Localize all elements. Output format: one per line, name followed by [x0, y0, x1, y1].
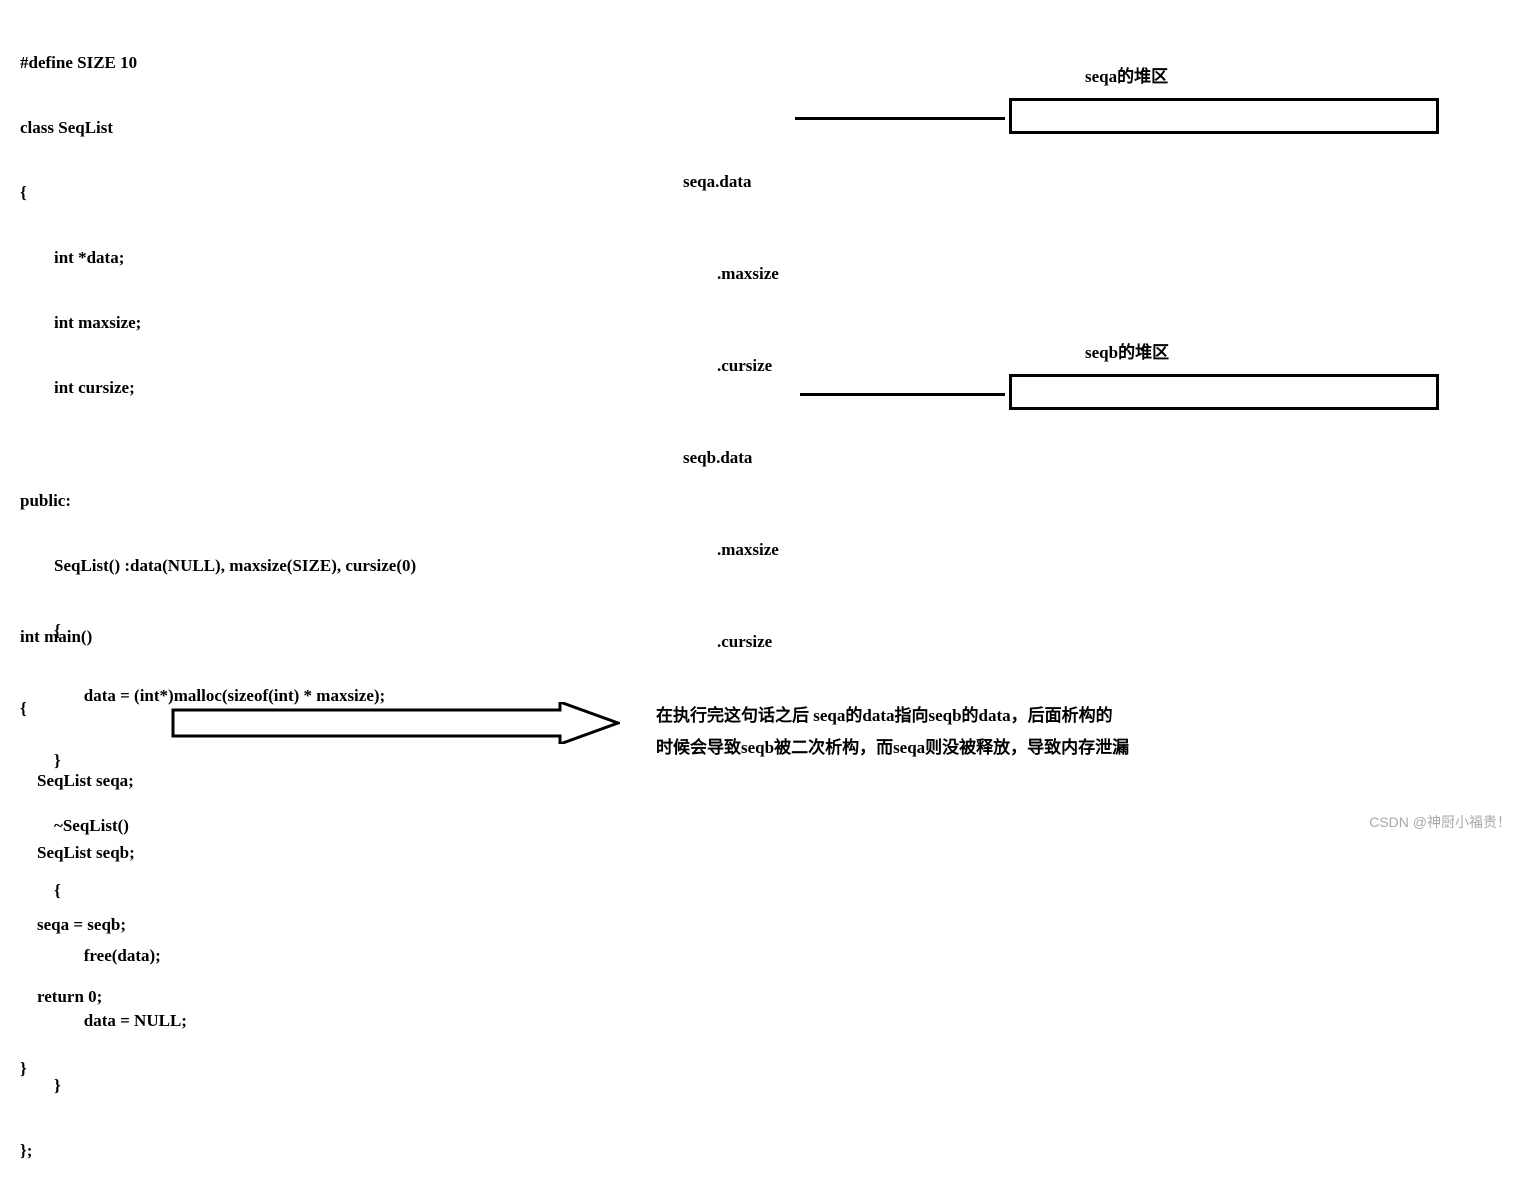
main-block: int main() { SeqList seqa; SeqList seqb;…: [20, 587, 135, 1111]
explanation-text: 在执行完这句话之后 seqa的data指向seqb的data，后面析构的 时候会…: [656, 700, 1129, 765]
code-line: }: [20, 1059, 135, 1079]
code-line: public:: [20, 492, 416, 509]
code-line: {: [20, 699, 135, 719]
code-line: int maxsize;: [20, 314, 416, 331]
assignment-arrow-icon: [170, 702, 620, 744]
code-line: int *data;: [20, 249, 416, 266]
heap-box-b: [1009, 374, 1439, 410]
code-line: };: [20, 1142, 416, 1159]
heap-box-a: [1009, 98, 1439, 134]
seqa-data-label: seqa.data: [683, 167, 779, 198]
heap-b-title: seqb的堆区: [1085, 338, 1169, 363]
seqb-data-label: seqb.data: [683, 443, 779, 474]
seqa-cursize-label: .cursize: [683, 351, 779, 382]
code-line: #define SIZE 10: [20, 54, 416, 71]
code-line: SeqList seqa;: [20, 771, 135, 791]
explanation-line-2: 时候会导致seqb被二次析构，而seqa则没被释放，导致内存泄漏: [656, 732, 1129, 764]
seqb-struct-labels: seqb.data .maxsize .cursize: [683, 382, 779, 688]
code-line: int cursize;: [20, 379, 416, 396]
seqa-struct-labels: seqa.data .maxsize .cursize: [683, 106, 779, 412]
connector-line-b: [800, 393, 1005, 396]
code-line: SeqList() :data(NULL), maxsize(SIZE), cu…: [20, 557, 416, 574]
seqa-maxsize-label: .maxsize: [683, 259, 779, 290]
explanation-line-1: 在执行完这句话之后 seqa的data指向seqb的data，后面析构的: [656, 700, 1129, 732]
code-line: {: [20, 184, 416, 201]
code-line: return 0;: [20, 987, 135, 1007]
connector-line-a: [795, 117, 1005, 120]
heap-a-title: seqa的堆区: [1085, 62, 1168, 87]
watermark: CSDN @神厨小福贵！: [1369, 812, 1511, 832]
code-line: seqa = seqb;: [20, 915, 135, 935]
code-line: int main(): [20, 627, 135, 647]
code-line: SeqList seqb;: [20, 843, 135, 863]
code-line: class SeqList: [20, 119, 416, 136]
seqb-maxsize-label: .maxsize: [683, 535, 779, 566]
seqb-cursize-label: .cursize: [683, 627, 779, 658]
